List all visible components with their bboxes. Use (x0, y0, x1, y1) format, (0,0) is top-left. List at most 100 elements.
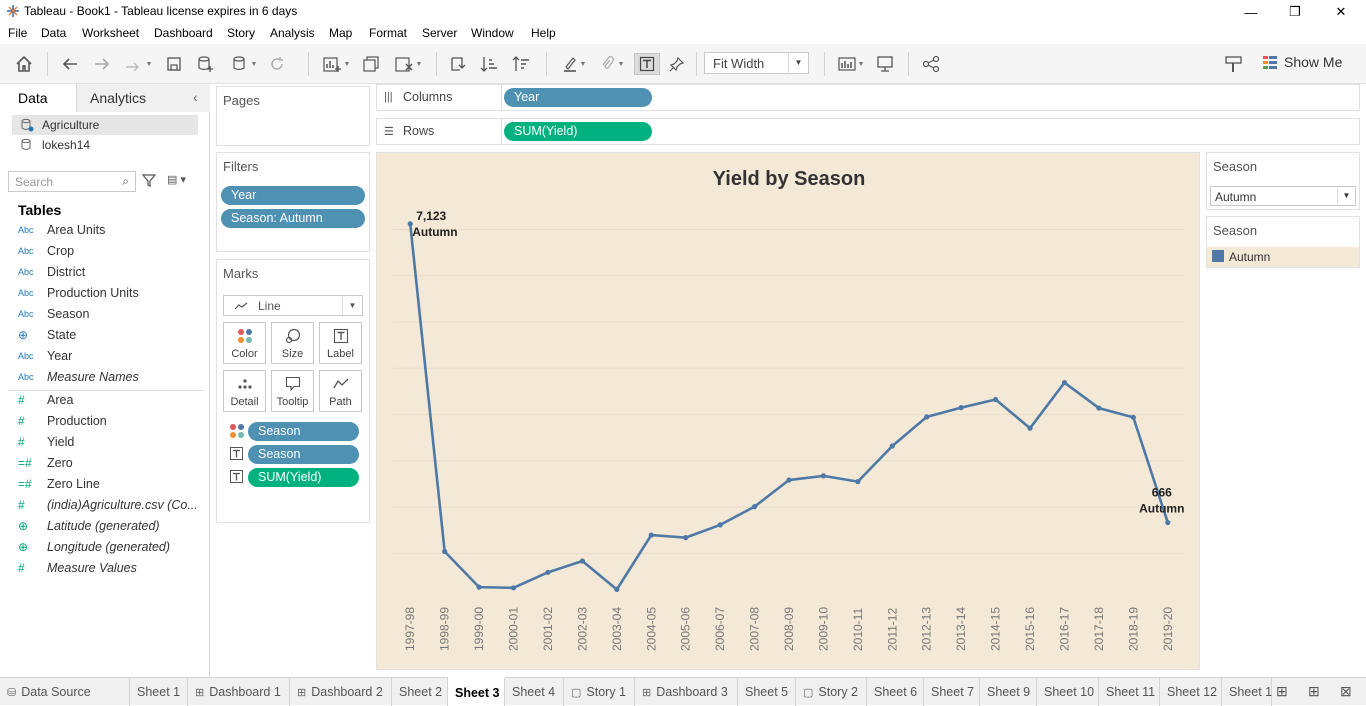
filter-pill-season[interactable]: Season: Autumn (221, 209, 365, 228)
sheet-tab[interactable]: Sheet 2 (392, 678, 448, 706)
dimension-field[interactable]: Abc Crop (18, 243, 204, 263)
filter-pill-year[interactable]: Year (221, 186, 365, 205)
menu-server[interactable]: Server (422, 26, 457, 40)
group-members-icon[interactable]: ▼ (594, 53, 630, 75)
marks-pill-sum-yield[interactable]: SUM(Yield) (248, 468, 359, 487)
dimension-field[interactable]: ⊕ State (18, 327, 204, 347)
duplicate-sheet-icon[interactable] (360, 53, 382, 75)
menu-help[interactable]: Help (531, 26, 556, 40)
viz-area[interactable]: Yield by Season 1997-98 1998-99 1999-00 200… (376, 152, 1200, 670)
restore-button[interactable]: ❐ (1272, 0, 1318, 24)
sort-descending-icon[interactable] (510, 53, 532, 75)
pause-updates-icon[interactable]: ▼ (226, 53, 262, 75)
redo-icon[interactable] (90, 53, 114, 75)
datasource-lokesh14[interactable]: lokesh14 (12, 135, 198, 155)
show-mark-labels-icon[interactable] (634, 53, 660, 75)
search-input[interactable]: Search ⌕ (8, 171, 136, 192)
measure-field[interactable]: =# Zero (18, 455, 204, 475)
menu-map[interactable]: Map (329, 26, 352, 40)
menu-worksheet[interactable]: Worksheet (82, 26, 139, 40)
sheet-tab[interactable]: Sheet 12 (1160, 678, 1222, 706)
columns-pill-year[interactable]: Year (504, 88, 652, 107)
menu-dashboard[interactable]: Dashboard (154, 26, 213, 40)
show-me-button[interactable]: Show Me (1262, 54, 1342, 70)
marks-size-button[interactable]: Size (271, 322, 314, 364)
marks-pill-season-color[interactable]: Season (248, 422, 359, 441)
format-painter-icon[interactable] (1222, 53, 1246, 75)
new-story-tab-icon[interactable]: ⊠ (1340, 683, 1352, 700)
sheet-tab[interactable]: Sheet 1 (130, 678, 188, 706)
dimension-field[interactable]: Abc Year (18, 348, 204, 368)
dimension-field[interactable]: Abc Measure Names (18, 369, 204, 389)
fit-width-dropdown[interactable]: Fit Width ▼ (704, 52, 809, 74)
tab-analytics[interactable]: Analytics (77, 84, 210, 112)
rows-pill-sum-yield[interactable]: SUM(Yield) (504, 122, 652, 141)
menu-story[interactable]: Story (227, 26, 255, 40)
measure-field[interactable]: ⊕ Longitude (generated) (18, 539, 204, 559)
dimension-field[interactable]: Abc District (18, 264, 204, 284)
measure-field[interactable]: # Yield (18, 434, 204, 454)
sheet-tab[interactable]: Sheet 4 (505, 678, 564, 706)
sheet-tab[interactable]: Sheet 6 (867, 678, 924, 706)
new-datasource-icon[interactable] (194, 53, 216, 75)
sheet-tab[interactable]: ⊞ Dashboard 2 (290, 678, 392, 706)
season-filter-dropdown[interactable]: Autumn ▼ (1210, 186, 1356, 206)
sheet-tab-active[interactable]: Sheet 3 (448, 677, 505, 706)
replay-icon[interactable]: ▼ (120, 53, 156, 75)
legend-item-autumn[interactable]: Autumn (1207, 247, 1359, 267)
menu-data[interactable]: Data (41, 26, 66, 40)
presentation-mode-icon[interactable] (874, 53, 896, 75)
marks-label-button[interactable]: Label (319, 322, 362, 364)
tab-data[interactable]: Data (0, 84, 77, 112)
sheet-tab[interactable]: Sheet 11 (1099, 678, 1160, 706)
view-options-icon[interactable]: ▤ ▾ (167, 173, 186, 186)
line-chart[interactable]: 1997-98 1998-99 1999-00 2000-01 2001-02 2002-… (377, 153, 1201, 671)
menu-format[interactable]: Format (369, 26, 407, 40)
sheet-tab[interactable]: Sheet 9 (980, 678, 1037, 706)
marks-path-button[interactable]: Path (319, 370, 362, 412)
new-dashboard-tab-icon[interactable]: ⊞ (1308, 683, 1320, 700)
dimension-field[interactable]: Abc Season (18, 306, 204, 326)
sheet-tab[interactable]: Sheet 5 (738, 678, 796, 706)
swap-rows-columns-icon[interactable] (446, 53, 468, 75)
rows-shelf[interactable]: ☰ Rows SUM(Yield) (376, 118, 1360, 145)
pages-card[interactable]: Pages (216, 86, 370, 146)
show-cards-icon[interactable]: ▼ (834, 53, 868, 75)
new-worksheet-tab-icon[interactable]: ⊞ (1276, 683, 1288, 700)
sheet-tab[interactable]: ▢ Story 2 (796, 678, 867, 706)
filter-fields-icon[interactable] (141, 173, 157, 190)
fix-axes-icon[interactable] (666, 53, 688, 75)
sort-ascending-icon[interactable] (478, 53, 500, 75)
menu-analysis[interactable]: Analysis (270, 26, 315, 40)
columns-shelf[interactable]: ||| Columns Year (376, 84, 1360, 111)
menu-window[interactable]: Window (471, 26, 514, 40)
sheet-tab[interactable]: Sheet 7 (924, 678, 980, 706)
marks-detail-button[interactable]: Detail (223, 370, 266, 412)
marks-pill-season-label[interactable]: Season (248, 445, 359, 464)
share-icon[interactable] (920, 53, 942, 75)
dimension-field[interactable]: Abc Area Units (18, 222, 204, 242)
clear-sheet-icon[interactable]: ▼ (390, 53, 426, 75)
menu-file[interactable]: File (8, 26, 27, 40)
collapse-pane-icon[interactable]: ‹ (193, 89, 198, 105)
measure-field[interactable]: # Area (18, 392, 204, 412)
sheet-tab[interactable]: ▢ Story 1 (564, 678, 635, 706)
minimize-button[interactable]: — (1228, 0, 1274, 24)
new-worksheet-icon[interactable]: ▼ (318, 53, 354, 75)
sheet-tab[interactable]: ⊞ Dashboard 3 (635, 678, 738, 706)
marks-color-button[interactable]: Color (223, 322, 266, 364)
dimension-field[interactable]: Abc Production Units (18, 285, 204, 305)
highlight-icon[interactable]: ▼ (558, 53, 590, 75)
measure-field[interactable]: ⊕ Latitude (generated) (18, 518, 204, 538)
refresh-icon[interactable] (266, 53, 288, 75)
datasource-agriculture[interactable]: Agriculture (12, 115, 198, 135)
save-icon[interactable] (164, 53, 184, 75)
measure-field[interactable]: # Measure Values (18, 560, 204, 580)
measure-field[interactable]: # (india)Agriculture.csv (Co... (18, 497, 204, 517)
undo-icon[interactable] (58, 53, 82, 75)
sheet-tab[interactable]: Sheet 10 (1037, 678, 1099, 706)
sheet-tab[interactable]: Sheet 1 (1222, 678, 1272, 706)
home-icon[interactable] (12, 53, 36, 75)
sheet-tab[interactable]: ⛁ Data Source (0, 678, 130, 706)
marks-tooltip-button[interactable]: Tooltip (271, 370, 314, 412)
